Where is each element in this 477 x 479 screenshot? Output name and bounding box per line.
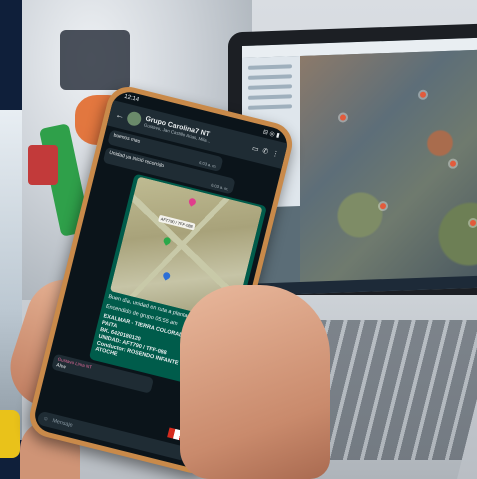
group-avatar[interactable] [125, 110, 143, 128]
sidebar-row [248, 74, 292, 80]
video-call-icon[interactable]: ▭ [251, 144, 259, 153]
back-arrow-icon[interactable]: ← [115, 109, 126, 121]
green-pin-icon [162, 235, 173, 246]
map-label: AFT790 / TFF-088 [158, 214, 196, 230]
desk-object [28, 145, 58, 185]
input-placeholder: Mensaje [51, 417, 74, 429]
map-marker [380, 203, 386, 210]
sidebar-row [248, 64, 292, 70]
sidebar-row [248, 94, 292, 100]
map-marker [470, 219, 476, 227]
pink-pin-icon [187, 196, 198, 207]
satellite-map [300, 49, 477, 287]
photo-scene: 12:14 ⊟ ◎ ▮ ← Grupo Carolina7 NT Gustavo… [0, 0, 477, 479]
header-actions: ▭ ✆ ⋮ [251, 144, 280, 158]
sidebar-row [248, 104, 292, 110]
status-time: 12:14 [123, 93, 140, 104]
desk-object [60, 30, 130, 90]
map-marker [450, 160, 456, 167]
emoji-icon[interactable]: ☺ [42, 416, 49, 423]
map-marker [420, 91, 426, 98]
map-marker [340, 114, 346, 121]
yellow-object [0, 410, 20, 458]
phone-call-icon[interactable]: ✆ [261, 147, 269, 156]
more-options-icon[interactable]: ⋮ [271, 149, 280, 158]
sidebar-row [248, 84, 292, 90]
blue-pin-icon [162, 270, 172, 281]
right-hand [180, 285, 330, 479]
